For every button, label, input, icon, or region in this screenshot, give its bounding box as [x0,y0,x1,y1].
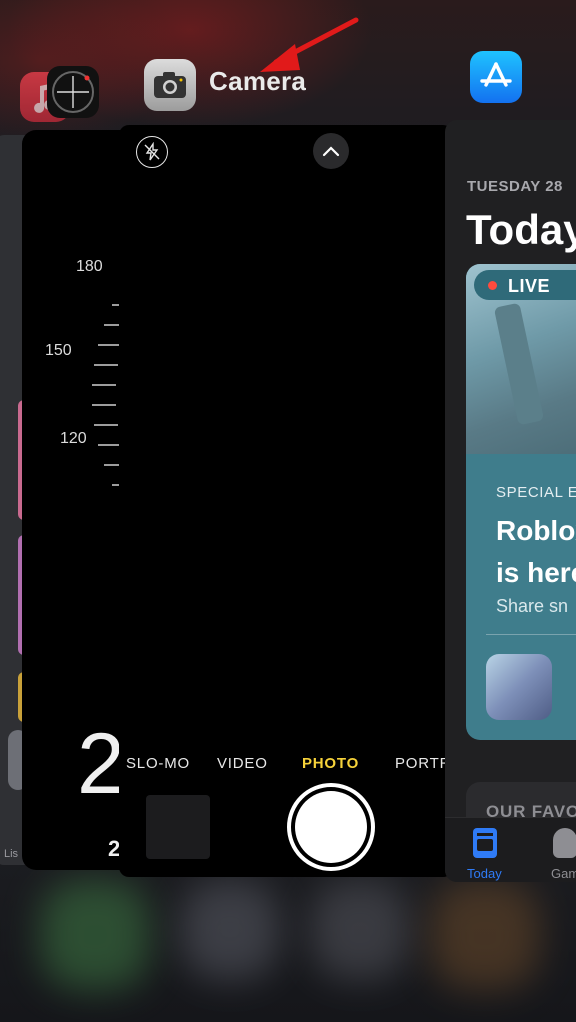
app-store-app-card[interactable]: TUESDAY 28 Today LIVE SPECIAL E Roblox i… [445,120,576,882]
today-date: TUESDAY 28 [467,178,563,195]
clock-card-partial-label: Lis [4,848,19,860]
story-headline-line2: is here [496,557,576,588]
story-headline: Roblox is here [496,510,576,594]
featured-artwork: LIVE [466,264,576,454]
dock-icon-blur [430,880,540,990]
camera-mode-selector: SLO-MO VIDEO PHOTO PORTR [119,755,453,775]
today-tab-icon [473,828,497,858]
chevron-up-icon[interactable] [313,133,349,169]
mode-video[interactable]: VIDEO [217,755,268,772]
featured-story-card[interactable]: LIVE SPECIAL E Roblox is here Share sn [466,264,576,740]
games-tab-icon [553,828,576,858]
dock-icon-blur [310,880,410,980]
shutter-button[interactable] [287,783,375,871]
shutter-button-inner [295,791,367,863]
roblox-app-icon[interactable] [486,654,552,720]
live-label: LIVE [508,276,551,296]
mode-portrait[interactable]: PORTR [395,755,451,772]
artwork-shape [493,302,545,426]
tab-bar: Today Gam [445,817,576,882]
today-heading: Today [466,206,576,253]
story-subtitle: Share sn [496,596,569,616]
story-headline-line1: Roblox [496,515,576,546]
flash-off-icon[interactable] [136,136,168,168]
camera-app-card[interactable]: SLO-MO VIDEO PHOTO PORTR [119,125,453,877]
focused-app-title: Camera [209,66,307,96]
dock-icon-blur [40,880,150,990]
camera-app-icon[interactable] [144,59,196,111]
tab-games-label: Gam [551,866,576,881]
live-dot-icon [488,281,497,290]
divider [486,634,576,635]
app-store-app-icon[interactable] [470,51,522,103]
tab-games[interactable]: Gam [541,818,576,882]
compass-app-icon[interactable] [47,66,99,118]
last-photo-thumbnail[interactable] [146,795,210,859]
mode-slo-mo[interactable]: SLO-MO [126,755,190,772]
tab-today-label: Today [467,866,502,881]
story-eyebrow: SPECIAL E [496,484,576,501]
tab-today[interactable]: Today [445,818,515,882]
dock-icon-blur [180,880,280,980]
live-badge: LIVE [474,270,576,300]
mode-photo[interactable]: PHOTO [302,755,359,772]
